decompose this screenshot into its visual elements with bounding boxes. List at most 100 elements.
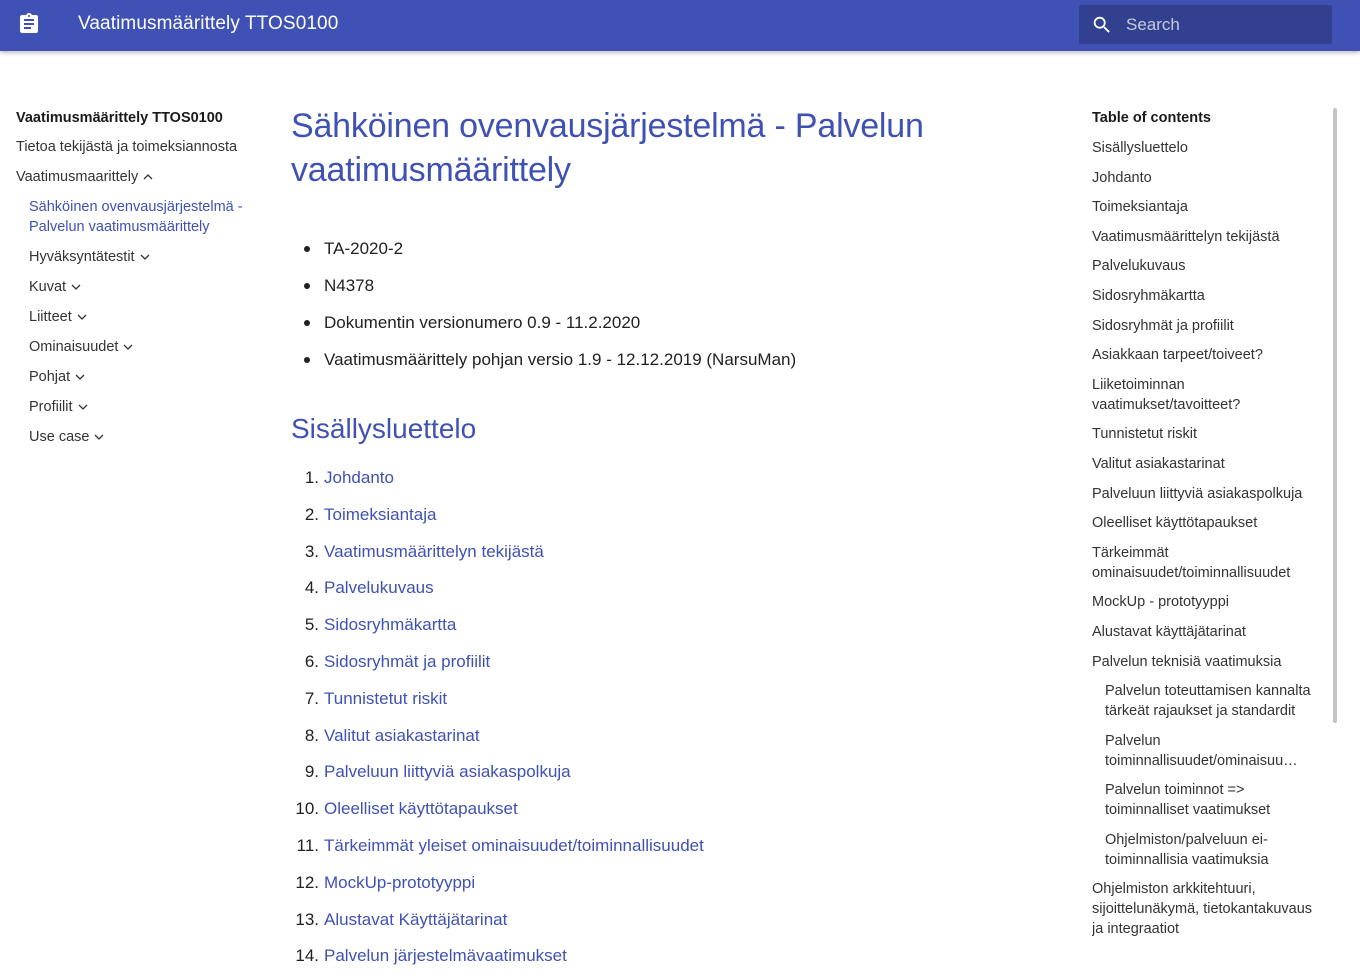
chevron-down-icon xyxy=(78,404,87,411)
list-number: 3. xyxy=(304,541,319,561)
list-number: 10. xyxy=(295,799,319,819)
search-input[interactable] xyxy=(1126,14,1316,36)
contents-link[interactable]: Toimeksiantaja xyxy=(324,505,436,524)
chevron-down-icon xyxy=(94,434,104,441)
toc-item[interactable]: Tunnistetut riskit xyxy=(1092,424,1324,444)
toc-sub-item[interactable]: Palvelun toiminnallisuudet/ominaisuu… xyxy=(1092,731,1324,771)
list-item: 13. Alustavat Käyttäjätarinat xyxy=(291,909,1051,931)
list-number: 6. xyxy=(304,651,319,671)
nav-item-tietoa[interactable]: Tietoa tekijästä ja toimeksiannosta xyxy=(16,137,256,157)
chevron-down-icon xyxy=(71,284,81,291)
contents-link[interactable]: Oleelliset käyttötapaukset xyxy=(324,799,518,818)
toc-item[interactable]: Johdanto xyxy=(1092,168,1324,188)
nav-item-label: Vaatimusmaarittely xyxy=(16,169,139,185)
nav-item-label: Liitteet xyxy=(29,309,72,325)
chevron-up-icon xyxy=(143,174,153,180)
list-item: 14. Palvelun järjestelmävaatimukset xyxy=(291,945,1051,967)
list-number: 5. xyxy=(304,615,319,635)
contents-link[interactable]: Johdanto xyxy=(324,468,394,487)
list-item: 2. Toimeksiantaja xyxy=(291,504,1051,526)
list-number: 1. xyxy=(304,468,319,487)
toc-scrollbar[interactable] xyxy=(1333,108,1337,723)
primary-navigation: Vaatimusmäärittely TTOS0100 Tietoa tekij… xyxy=(16,108,256,457)
search-icon[interactable] xyxy=(1091,14,1113,36)
meta-item: N4378 xyxy=(291,275,1051,297)
contents-link[interactable]: Alustavat Käyttäjätarinat xyxy=(324,910,507,929)
list-item: 8. Valitut asiakastarinat xyxy=(291,725,1051,747)
toc-item[interactable]: Oleelliset käyttötapaukset xyxy=(1092,513,1324,533)
toc-item[interactable]: Sisällysluettelo xyxy=(1092,138,1324,158)
toc-item[interactable]: Alustavat käyttäjätarinat xyxy=(1092,622,1324,642)
list-item: 11. Tärkeimmät yleiset ominaisuudet/toimi… xyxy=(291,835,1051,857)
chevron-down-icon xyxy=(124,344,133,351)
contents-link[interactable]: Palvelukuvaus xyxy=(324,578,434,597)
list-item: 7. Tunnistetut riskit xyxy=(291,688,1051,710)
toc-sub-item[interactable]: Palvelun toteuttamisen kannalta tärkeät … xyxy=(1092,681,1324,721)
list-item: 1. Johdanto xyxy=(291,467,1051,489)
toc-sub-item[interactable]: Ohjelmiston/palveluun ei-toiminnallisia … xyxy=(1092,830,1324,870)
contents-link[interactable]: Valitut asiakastarinat xyxy=(324,726,480,745)
list-item: 4. Palvelukuvaus xyxy=(291,577,1051,599)
meta-item: Dokumentin versionumero 0.9 - 11.2.2020 xyxy=(291,312,1051,334)
list-number: 9. xyxy=(304,762,319,782)
meta-item: TA-2020-2 xyxy=(291,238,1051,260)
main-content: Sähköinen ovenvausjärjestelmä - Palvelun… xyxy=(291,104,1051,977)
toc-item[interactable]: Valitut asiakastarinat xyxy=(1092,454,1324,474)
nav-item-label: Pohjat xyxy=(29,369,71,385)
toc-item[interactable]: Palvelukuvaus xyxy=(1092,256,1324,276)
list-item: 5. Sidosryhmäkartta xyxy=(291,614,1051,636)
contents-link[interactable]: Tärkeimmät yleiset ominaisuudet/toiminna… xyxy=(324,836,704,855)
toc-item[interactable]: Ohjelmiston arkkitehtuuri, sijoittelunäk… xyxy=(1092,879,1324,939)
nav-item-label: Profiilit xyxy=(29,399,73,415)
toc-title: Table of contents xyxy=(1092,110,1211,126)
chevron-down-icon xyxy=(77,314,87,321)
list-number: 8. xyxy=(304,725,319,745)
contents-link[interactable]: Palveluun liittyviä asiakaspolkuja xyxy=(324,762,571,781)
nav-item-hyvaksyntatestit[interactable]: Hyväksyntätestit xyxy=(16,247,256,267)
list-number: 14. xyxy=(295,946,319,966)
contents-link[interactable]: Sidosryhmäkartta xyxy=(324,615,456,634)
list-number: 11. xyxy=(296,835,319,855)
contents-link[interactable]: Tunnistetut riskit xyxy=(324,689,447,708)
toc-item[interactable]: MockUp - prototyyppi xyxy=(1092,592,1324,612)
contents-link[interactable]: Vaatimusmäärittelyn tekijästä xyxy=(324,542,544,561)
toc-item[interactable]: Liiketoiminnan vaatimukset/tavoitteet? xyxy=(1092,375,1324,415)
nav-item-label: Hyväksyntätestit xyxy=(29,249,135,265)
chevron-down-icon xyxy=(140,254,150,261)
toc-sub-item[interactable]: Palvelun toiminnot => toiminnalliset vaa… xyxy=(1092,780,1324,820)
contents-link[interactable]: Sidosryhmät ja profiilit xyxy=(324,652,490,671)
nav-item-use-case[interactable]: Use case xyxy=(16,427,256,447)
nav-item-label: Kuvat xyxy=(29,279,67,295)
toc-item[interactable]: Palvelun teknisiä vaatimuksia xyxy=(1092,652,1324,672)
list-number: 7. xyxy=(304,688,319,708)
site-title[interactable]: Vaatimusmäärittely TTOS0100 xyxy=(78,13,338,35)
nav-item-vaatimusmaarittely[interactable]: Vaatimusmaarittely xyxy=(16,167,256,187)
toc-item[interactable]: Palveluun liittyviä asiakaspolkuja xyxy=(1092,484,1324,504)
contents-link[interactable]: MockUp-prototyyppi xyxy=(324,873,475,892)
nav-title: Vaatimusmäärittely TTOS0100 xyxy=(16,110,223,126)
nav-item-pohjat[interactable]: Pohjat xyxy=(16,367,256,387)
nav-item-label: Ominaisuudet xyxy=(29,339,119,355)
toc-item[interactable]: Sidosryhmät ja profiilit xyxy=(1092,316,1324,336)
nav-item-profiilit[interactable]: Profiilit xyxy=(16,397,256,417)
list-item: 3. Vaatimusmäärittelyn tekijästä xyxy=(291,541,1051,563)
nav-item-active-page[interactable]: Sähköinen ovenvausjärjestelmä - Palvelun… xyxy=(16,197,256,237)
toc-item[interactable]: Asiakkaan tarpeet/toiveet? xyxy=(1092,345,1324,365)
list-item: 10. Oleelliset käyttötapaukset xyxy=(291,798,1051,820)
list-number: 2. xyxy=(304,504,319,524)
contents-link[interactable]: Palvelun järjestelmävaatimukset xyxy=(324,946,567,965)
toc-item[interactable]: Tärkeimmät ominaisuudet/toiminnallisuude… xyxy=(1092,543,1324,583)
search-box[interactable] xyxy=(1079,5,1332,44)
list-number: 13. xyxy=(295,909,319,929)
nav-item-liitteet[interactable]: Liitteet xyxy=(16,307,256,327)
clipboard-icon[interactable] xyxy=(17,12,41,36)
table-of-contents: Table of contents Sisällysluettelo Johda… xyxy=(1092,108,1324,950)
chevron-down-icon xyxy=(75,374,85,381)
toc-item[interactable]: Vaatimusmäärittelyn tekijästä xyxy=(1092,227,1324,247)
nav-item-kuvat[interactable]: Kuvat xyxy=(16,277,256,297)
toc-item[interactable]: Toimeksiantaja xyxy=(1092,197,1324,217)
list-number: 4. xyxy=(304,578,319,598)
nav-item-ominaisuudet[interactable]: Ominaisuudet xyxy=(16,337,256,357)
list-number: 12. xyxy=(295,872,319,892)
toc-item[interactable]: Sidosryhmäkartta xyxy=(1092,286,1324,306)
